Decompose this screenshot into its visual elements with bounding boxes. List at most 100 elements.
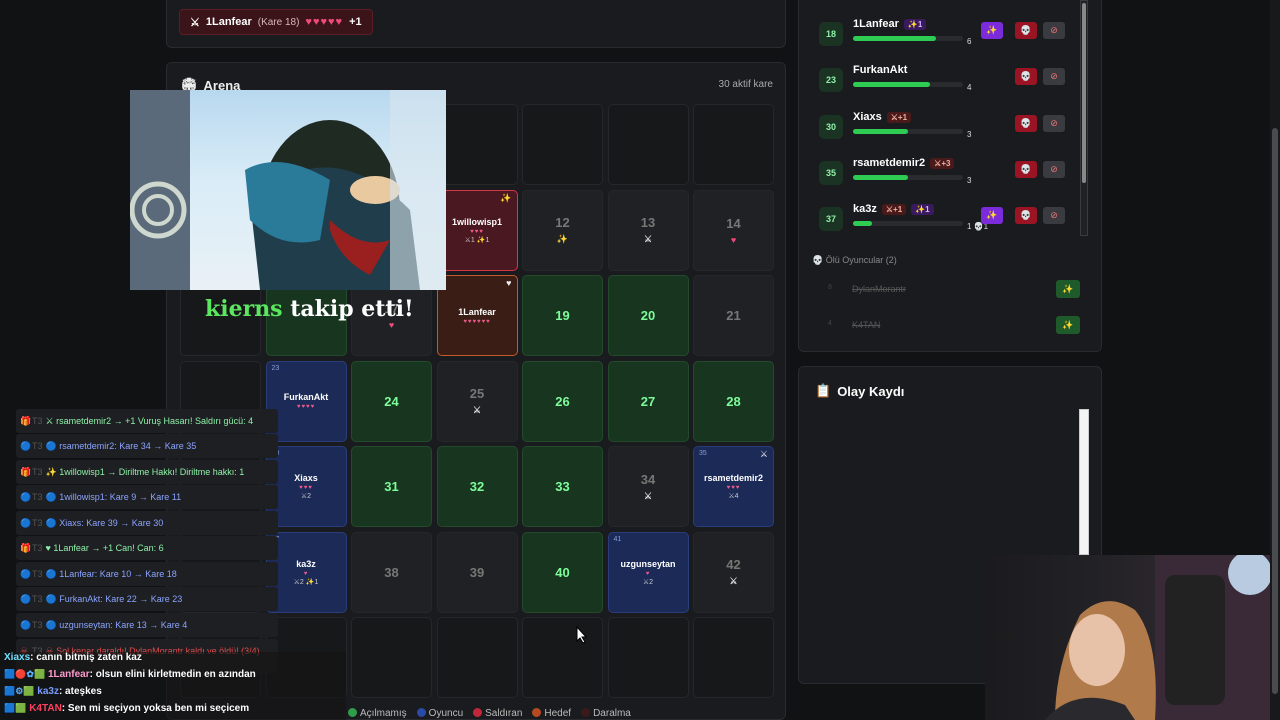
revive-button[interactable]: ✨ [981,207,1003,224]
arena-cell[interactable]: 20 [607,275,689,356]
arena-cell[interactable]: 25 ⚔ [436,360,518,442]
player-row[interactable]: 30 Xiaxs ⚔+1 3 💀 ⊘ [819,107,1069,147]
chat-username: 1Lanfear [47,669,90,680]
arena-cell[interactable]: 34 ⚔ [607,446,689,527]
arena-cell-player[interactable]: ✨ 1willowisp1 ♥♥♥ ⚔1 ✨1 [436,189,518,271]
arena-cell-closed[interactable] [522,617,603,698]
player-name-line: ka3z ⚔+1 ✨1 [853,203,934,215]
arena-cell[interactable]: 32 [436,446,518,527]
dead-player-name: DylanMorantr [852,284,907,294]
page-scrollbar[interactable] [1270,0,1280,720]
sparkle-icon: ✨ [556,234,569,244]
player-square: 18 [819,22,843,46]
player-health-value: 3 [967,176,972,185]
player-health-bar [853,36,963,41]
arena-cell-hearts: ♥♥♥♥♥♥ [463,318,491,325]
legend-swatch [416,708,426,717]
arena-cell-closed[interactable] [607,104,689,185]
arena-cell-number: 33 [555,479,570,494]
revive-button[interactable]: ✨ [981,22,1003,39]
chat-text: : Sen mi seçiyon yoksa ben mi seçicem [61,703,250,714]
player-row[interactable]: 23 FurkanAkt 4 💀 ⊘ [819,60,1069,100]
event-log-title-text: Olay Kaydı [837,383,905,399]
arena-cell[interactable]: 42 ⚔ [693,531,774,613]
chat-username: ka3z [37,686,59,697]
arena-cell-number: 40 [555,564,570,580]
ban-button[interactable]: ⊘ [1043,115,1065,132]
arena-cell[interactable]: 33 [522,446,603,527]
arena-cell-stats: ⚔1 ✨1 [464,236,490,244]
dead-player-kills: 4 [828,320,832,327]
arena-cell-number: 21 [726,308,741,323]
ban-button[interactable]: ⊘ [1043,161,1065,178]
arena-active-count: 30 aktif kare [718,79,773,90]
arena-cell[interactable]: 31 [351,446,432,527]
swords-icon: ⚔ [190,16,200,29]
arena-cell-player[interactable]: 35 ⚔ rsametdemir2 ♥♥♥ ⚔4 [693,446,774,527]
arena-cell-closed[interactable] [351,617,432,698]
player-row[interactable]: 35 rsametdemir2 ⚔+3 3 💀 ⊘ [819,153,1069,193]
player-row[interactable]: 37 ka3z ⚔+1 ✨1 1 💀1 ✨ 💀 ⊘ [819,199,1069,239]
cell-corner-icon: ♥ [506,278,512,288]
dead-player-name: K4TAN [852,320,881,330]
revive-button[interactable]: ✨ [1056,316,1080,334]
kill-button[interactable]: 💀 [1015,22,1037,39]
arena-cell[interactable]: 14 ♥ [693,189,774,271]
arena-cell[interactable]: 19 [522,275,603,356]
player-name: ka3z [853,203,877,215]
chat-text: : ateşkes [58,686,102,697]
legend-item: Açılmamış [348,708,407,719]
arena-cell-number: 20 [640,308,656,323]
arena-cell-closed[interactable] [436,104,518,185]
arena-cell-number: 12 [555,215,570,230]
kill-button[interactable]: 💀 [1015,207,1037,224]
arena-cell[interactable]: 27 [607,360,689,442]
arena-cell-number: 34 [640,471,656,487]
arena-cell[interactable]: 26 [522,360,603,442]
kill-button[interactable]: 💀 [1015,161,1037,178]
arena-cell-number: 28 [726,393,741,409]
arena-cell-player[interactable]: ♥ 1Lanfear ♥♥♥♥♥♥ [436,275,518,356]
player-health-bar [853,221,963,226]
chat-overlay: Xiaxs: canın bitmiş zaten kaz 🟦🔴✿🟩 1Lanfe… [0,652,346,720]
arena-cell-closed[interactable] [522,104,603,185]
arena-cell[interactable]: 12 ✨ [522,189,603,271]
legend-swatch [581,708,591,717]
ban-button[interactable]: ⊘ [1043,22,1065,39]
revive-button[interactable]: ✨ [1056,280,1080,298]
ban-button[interactable]: ⊘ [1043,68,1065,85]
event-log-title: 📋 Olay Kaydı [815,383,904,399]
arena-cell[interactable]: 39 [436,531,518,613]
chat-message: 🟦⚙🟩 ka3z: ateşkes [0,686,346,703]
arena-cell-closed[interactable] [693,617,774,698]
player-row[interactable]: 18 1Lanfear ✨1 6 ✨ 💀 ⊘ [819,14,1069,54]
kill-button[interactable]: 💀 [1015,115,1037,132]
arena-cell-number: 24 [384,393,399,409]
event-log-scrollbar[interactable] [1079,409,1089,555]
kill-button[interactable]: 💀 [1015,68,1037,85]
player-square: 30 [819,115,843,139]
arena-cell[interactable]: 24 [351,360,432,442]
arena-cell-closed[interactable] [693,104,774,185]
cell-corner-icon: ⚔ [759,449,768,459]
arena-cell[interactable]: 38 [351,531,432,613]
swords-icon: ⚔ [643,234,653,244]
arena-cell-closed[interactable] [607,617,689,698]
arena-cell-player[interactable]: 41 uzgunseytan ♥ ⚔2 [607,531,689,613]
legend-item: Oyuncu [416,708,463,719]
arena-cell-hearts: ♥♥♥ [470,228,484,235]
arena-cell[interactable]: 28 [693,360,774,442]
log-turn: T3 [32,518,43,528]
log-type-icon: 🔵 [20,492,32,502]
arena-cell-hearts: ♥ [645,570,651,577]
legend-label: Daralma [593,708,631,719]
log-entry: 🔵T3 🔵 FurkanAkt: Kare 22 → Kare 23 [16,587,278,611]
arena-cell-stats: ⚔2 [300,493,312,500]
players-scrollbar[interactable] [1080,0,1088,236]
log-type-icon: 🎁 [20,467,32,477]
arena-cell[interactable]: 40 [522,531,603,613]
arena-cell[interactable]: 13 ⚔ [607,189,689,271]
ban-button[interactable]: ⊘ [1043,207,1065,224]
arena-cell-closed[interactable] [436,617,518,698]
arena-cell[interactable]: 21 [693,275,774,356]
